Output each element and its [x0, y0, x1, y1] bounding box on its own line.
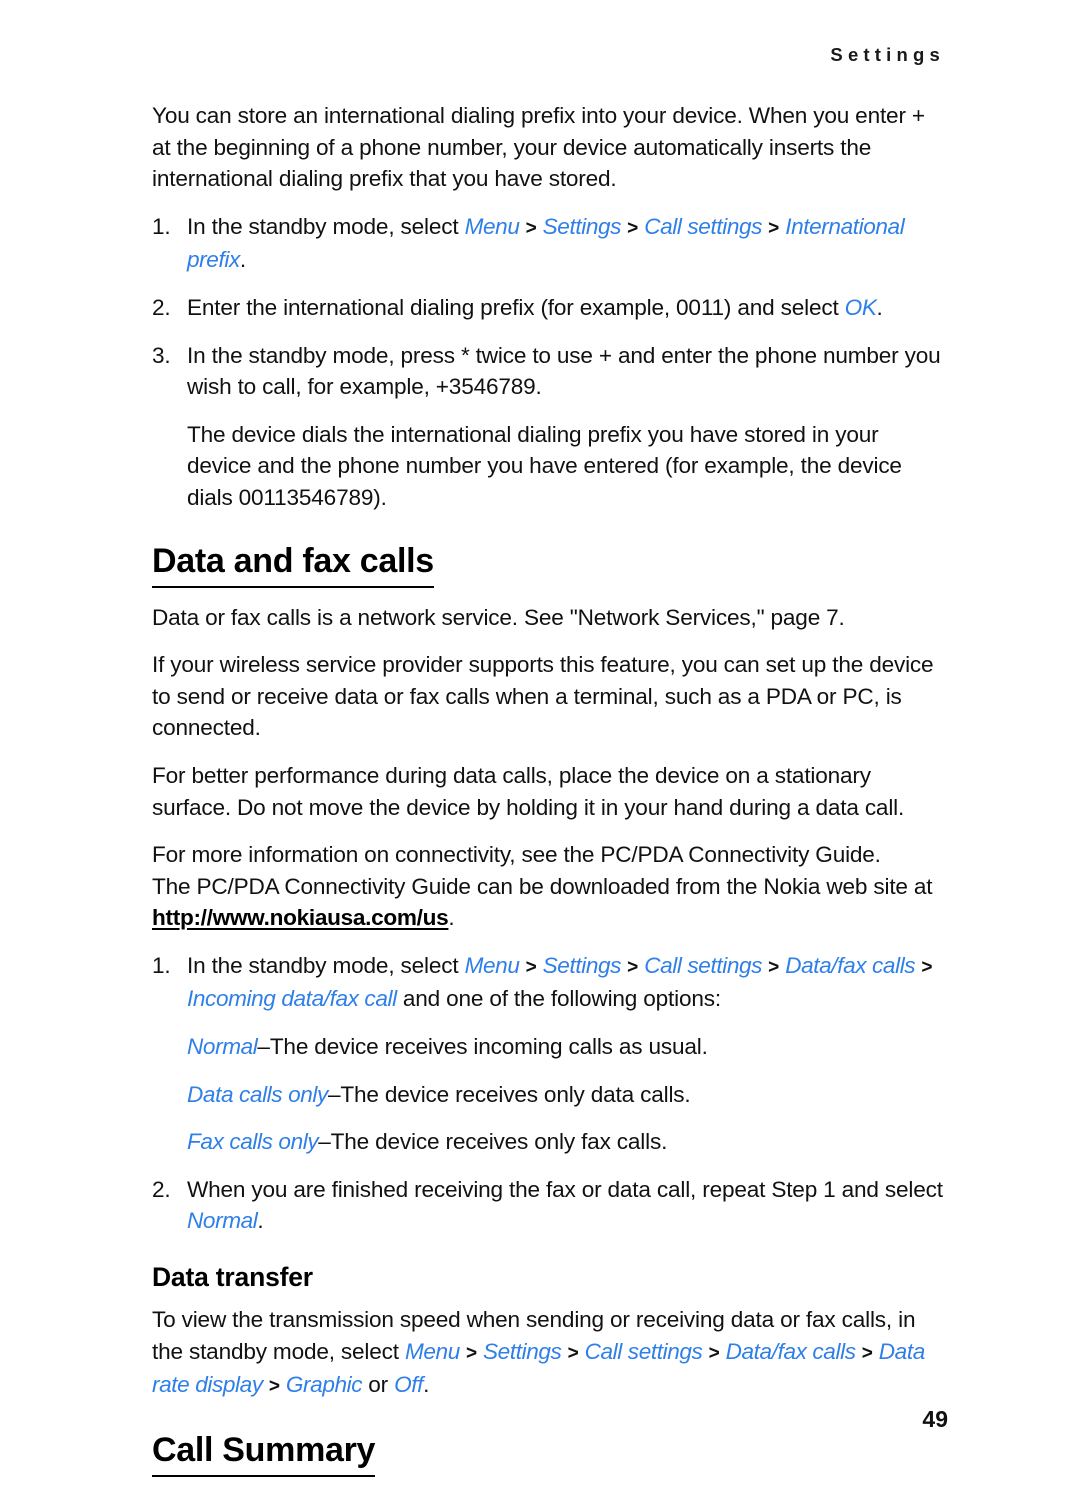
download-lead-text: The PC/PDA Connectivity Guide can be dow… — [152, 873, 933, 899]
nokia-website-link[interactable]: http://www.nokiausa.com/us — [152, 905, 449, 930]
international-prefix-steps: 1. In the standby mode, select Menu > Set… — [152, 211, 948, 514]
download-tail-text: . — [448, 905, 455, 931]
paragraph-call-summary: Your device can display the time spent o… — [152, 1491, 948, 1496]
list-item: 1. In the standby mode, select Menu > Set… — [152, 211, 948, 276]
paragraph-connectivity-guide: For more information on connectivity, se… — [152, 839, 948, 934]
running-header-title: Settings — [830, 44, 945, 65]
option-term[interactable]: Data calls only — [187, 1082, 328, 1107]
paragraph-network-service: Data or fax calls is a network service. … — [152, 604, 845, 630]
path-separator-icon: > — [703, 1342, 725, 1364]
option-description: The device receives only fax calls. — [330, 1129, 668, 1155]
page-number: 49 — [922, 1406, 948, 1432]
menu-ref-call-settings[interactable]: Call settings — [644, 214, 762, 239]
paragraph-provider-support: If your wireless service provider suppor… — [152, 652, 934, 741]
menu-ref-settings[interactable]: Settings — [543, 214, 622, 239]
step-text: In the standby mode, press * twice to us… — [187, 342, 941, 400]
path-separator-icon: > — [460, 1342, 483, 1364]
step-tail: . — [257, 1208, 264, 1234]
step-continuation: The device dials the international diali… — [187, 421, 902, 510]
menu-ref-data-fax-calls[interactable]: Data/fax calls — [726, 1339, 856, 1364]
list-item: 1. In the standby mode, select Menu > Set… — [152, 950, 948, 1158]
section-heading-text: Data and fax calls — [152, 540, 434, 588]
list-item: 3. In the standby mode, press * twice to … — [152, 340, 948, 514]
paragraph-data-transfer: To view the transmission speed when send… — [152, 1304, 948, 1403]
menu-ref-ok[interactable]: OK — [845, 295, 877, 320]
step-number: 3. — [152, 342, 171, 368]
option-description: The device receives only data calls. — [340, 1081, 691, 1107]
step-tail: and one of the following options: — [396, 986, 721, 1012]
step-text: Enter the international dialing prefix (… — [187, 294, 845, 320]
option-dash: – — [257, 1034, 270, 1060]
path-separator-icon: > — [562, 1342, 584, 1364]
subsection-heading-data-transfer: Data transfer — [152, 1262, 313, 1293]
step-tail: . — [876, 294, 883, 320]
path-separator-icon: > — [763, 956, 785, 978]
menu-ref-call-settings[interactable]: Call settings — [585, 1339, 703, 1364]
page-content: You can store an international dialing p… — [152, 100, 948, 1496]
path-separator-icon: > — [263, 1376, 285, 1398]
step-number: 2. — [152, 1176, 171, 1202]
option-dash: – — [318, 1129, 331, 1155]
menu-ref-off[interactable]: Off — [394, 1372, 423, 1397]
menu-ref-call-settings[interactable]: Call settings — [644, 953, 762, 978]
list-item: 2. When you are finished receiving the fa… — [152, 1174, 948, 1237]
step-number: 1. — [152, 213, 171, 239]
menu-ref-normal[interactable]: Normal — [187, 1208, 258, 1233]
option-term[interactable]: Normal — [187, 1034, 258, 1059]
list-item: 2. Enter the international dialing prefix… — [152, 292, 948, 324]
path-separator-icon: > — [856, 1342, 878, 1364]
paragraph-tail: . — [423, 1372, 430, 1398]
path-separator-icon: > — [520, 956, 542, 978]
option-description: The device receives incoming calls as us… — [269, 1034, 708, 1060]
path-separator-icon: > — [622, 956, 644, 978]
option-normal: Normal–The device receives incoming call… — [187, 1031, 948, 1063]
menu-ref-incoming-data-fax-call[interactable]: Incoming data/fax call — [187, 986, 397, 1011]
menu-ref-menu[interactable]: Menu — [405, 1339, 460, 1364]
data-fax-steps: 1. In the standby mode, select Menu > Set… — [152, 950, 948, 1237]
menu-ref-settings[interactable]: Settings — [483, 1339, 562, 1364]
option-fax-calls-only: Fax calls only–The device receives only … — [187, 1126, 948, 1158]
menu-ref-menu[interactable]: Menu — [465, 953, 520, 978]
option-data-calls-only: Data calls only–The device receives only… — [187, 1079, 948, 1111]
path-separator-icon: > — [520, 217, 542, 239]
path-separator-icon: > — [622, 217, 644, 239]
document-page: Settings You can store an international … — [0, 0, 1080, 1496]
conjunction-or: or — [362, 1372, 395, 1398]
menu-ref-graphic[interactable]: Graphic — [286, 1372, 363, 1397]
step-number: 2. — [152, 294, 171, 320]
section-heading-text: Call Summary — [152, 1429, 375, 1477]
connectivity-guide-text: For more information on connectivity, se… — [152, 842, 881, 868]
option-term[interactable]: Fax calls only — [187, 1129, 319, 1154]
step-number: 1. — [152, 952, 171, 978]
step-text: When you are finished receiving the fax … — [187, 1176, 943, 1202]
menu-ref-menu[interactable]: Menu — [465, 214, 520, 239]
path-separator-icon: > — [763, 217, 785, 239]
intro-paragraph: You can store an international dialing p… — [152, 103, 925, 192]
menu-ref-data-fax-calls[interactable]: Data/fax calls — [785, 953, 915, 978]
step-text: In the standby mode, select — [187, 952, 465, 978]
paragraph-better-performance: For better performance during data calls… — [152, 762, 905, 820]
section-heading-data-and-fax-calls: Data and fax calls — [152, 540, 948, 588]
step-tail: . — [239, 247, 246, 273]
option-dash: – — [327, 1081, 341, 1107]
menu-ref-settings[interactable]: Settings — [543, 953, 622, 978]
path-separator-icon: > — [916, 956, 933, 978]
section-heading-call-summary: Call Summary — [152, 1429, 948, 1477]
step-text: In the standby mode, select — [187, 213, 465, 239]
